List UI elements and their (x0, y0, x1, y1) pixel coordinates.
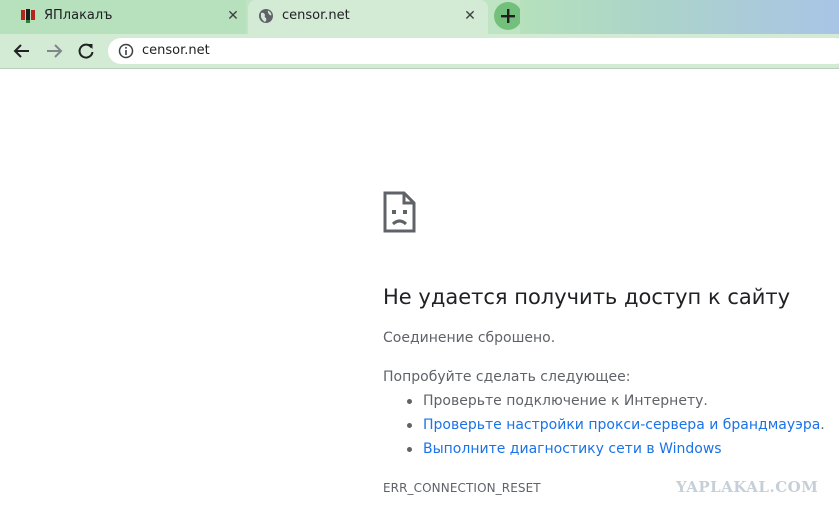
close-icon[interactable]: ✕ (462, 8, 478, 24)
plus-icon (501, 9, 515, 23)
reload-button[interactable] (72, 37, 100, 65)
suggestion-check-connection: Проверьте подключение к Интернету. (383, 391, 825, 411)
suggestion-check-proxy: Проверьте настройки прокси-сервера и бра… (383, 415, 825, 435)
suggestions-heading: Попробуйте сделать следующее: (383, 369, 631, 385)
forward-arrow-icon (47, 44, 63, 58)
error-code: ERR_CONNECTION_RESET (383, 481, 541, 495)
tab-yaplakal[interactable]: ЯПлакалъ ✕ (0, 0, 246, 34)
error-title: Не удается получить доступ к сайту (383, 285, 791, 309)
close-icon[interactable]: ✕ (225, 8, 241, 24)
titlebar-background (520, 0, 839, 34)
reload-icon (78, 43, 94, 59)
new-tab-button[interactable] (494, 2, 522, 30)
network-diagnostics-link[interactable]: Выполните диагностику сети в Windows (423, 441, 722, 457)
globe-icon (259, 9, 273, 23)
yaplakal-favicon (21, 9, 35, 23)
forward-button[interactable] (40, 37, 68, 65)
address-bar[interactable]: censor.net (108, 38, 839, 64)
toolbar: censor.net (0, 34, 839, 69)
sad-page-icon (383, 191, 416, 233)
bullet (407, 423, 412, 428)
error-description: Соединение сброшено. (383, 330, 556, 346)
bullet (407, 447, 412, 452)
suggestion-text: Проверьте подключение к Интернету. (423, 393, 708, 409)
url-text[interactable]: censor.net (142, 43, 210, 59)
bullet (407, 399, 412, 404)
info-icon[interactable] (118, 43, 134, 59)
back-button[interactable] (8, 37, 36, 65)
check-proxy-link[interactable]: Проверьте настройки прокси-сервера и бра… (423, 417, 820, 433)
tab-strip: ЯПлакалъ ✕ censor.net ✕ (0, 0, 839, 34)
tab-censor-label: censor.net (282, 8, 350, 23)
watermark: YAPLAKAL.COM (676, 478, 819, 496)
tab-yaplakal-label: ЯПлакалъ (44, 8, 113, 23)
suggestion-period: . (820, 417, 825, 433)
suggestion-run-diagnostics: Выполните диагностику сети в Windows (383, 439, 825, 459)
suggestions-list: Проверьте подключение к Интернету. Прове… (383, 391, 825, 463)
back-arrow-icon (13, 44, 29, 58)
